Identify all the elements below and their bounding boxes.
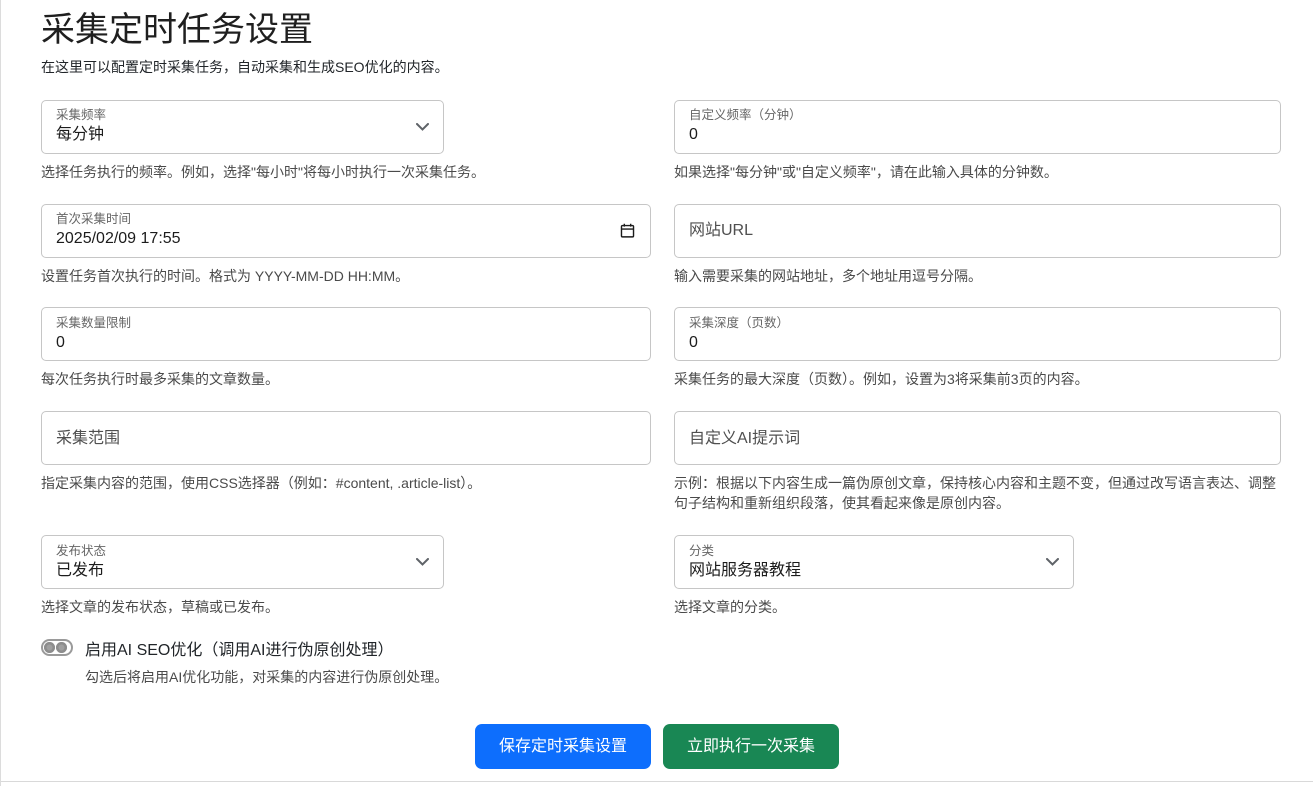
toggle-knob xyxy=(44,642,55,653)
collect-limit-field: 采集数量限制 xyxy=(41,307,651,361)
ai-prompt-field xyxy=(674,411,1281,465)
category-helper: 选择文章的分类。 xyxy=(674,598,1281,618)
first-run-time-input[interactable] xyxy=(56,228,611,250)
page-title: 采集定时任务设置 xyxy=(41,10,1313,50)
calendar-icon[interactable] xyxy=(619,222,636,239)
ai-prompt-field-group: 示例：根据以下内容生成一篇伪原创文章，保持核心内容和主题不变，但通过改写语言表达… xyxy=(674,411,1281,514)
collect-scope-field xyxy=(41,411,651,465)
first-run-time-field-group: 首次采集时间 设置任务首次执行的时间。格式为 YYYY-MM-DD HH:MM。 xyxy=(41,204,651,287)
collect-scope-field-group: 指定采集内容的范围，使用CSS选择器（例如：#content, .article… xyxy=(41,411,651,494)
collect-limit-input[interactable] xyxy=(56,332,636,354)
site-url-input[interactable] xyxy=(689,220,1266,242)
ai-seo-toggle-helper: 勾选后将启用AI优化功能，对采集的内容进行伪原创处理。 xyxy=(85,668,1313,688)
first-run-time-label: 首次采集时间 xyxy=(56,211,611,228)
collect-depth-field: 采集深度（页数） xyxy=(674,307,1281,361)
frequency-helper: 选择任务执行的频率。例如，选择"每小时"将每小时执行一次采集任务。 xyxy=(41,163,651,183)
first-run-time-field: 首次采集时间 xyxy=(41,204,651,258)
site-url-field xyxy=(674,204,1281,258)
collect-depth-label: 采集深度（页数） xyxy=(689,315,1266,332)
category-value: 网站服务器教程 xyxy=(689,560,1038,582)
collect-scope-helper: 指定采集内容的范围，使用CSS选择器（例如：#content, .article… xyxy=(41,474,651,494)
site-url-helper: 输入需要采集的网站地址，多个地址用逗号分隔。 xyxy=(674,267,1281,287)
frequency-value: 每分钟 xyxy=(56,124,408,146)
frequency-field-group: 采集频率 每分钟 选择任务执行的频率。例如，选择"每小时"将每小时执行一次采集任… xyxy=(41,100,651,183)
settings-form: 采集频率 每分钟 选择任务执行的频率。例如，选择"每小时"将每小时执行一次采集任… xyxy=(41,100,1313,618)
custom-frequency-field: 自定义频率（分钟） xyxy=(674,100,1281,154)
publish-status-helper: 选择文章的发布状态，草稿或已发布。 xyxy=(41,598,651,618)
collect-depth-input[interactable] xyxy=(689,332,1266,354)
chevron-down-icon xyxy=(416,123,429,131)
custom-frequency-input[interactable] xyxy=(689,124,1266,146)
ai-prompt-input[interactable] xyxy=(689,428,1266,450)
collect-limit-label: 采集数量限制 xyxy=(56,315,636,332)
chevron-down-icon xyxy=(416,558,429,566)
ai-seo-toggle-label: 启用AI SEO优化（调用AI进行伪原创处理） xyxy=(85,636,393,660)
publish-status-value: 已发布 xyxy=(56,560,408,582)
ai-seo-toggle-row: 启用AI SEO优化（调用AI进行伪原创处理） xyxy=(41,636,1313,660)
run-once-button[interactable]: 立即执行一次采集 xyxy=(663,724,839,769)
custom-frequency-label: 自定义频率（分钟） xyxy=(689,107,1266,124)
publish-status-select[interactable]: 发布状态 已发布 xyxy=(41,535,444,589)
collection-task-settings-page: 采集定时任务设置 在这里可以配置定时采集任务，自动采集和生成SEO优化的内容。 … xyxy=(1,0,1313,769)
category-field-group: 分类 网站服务器教程 选择文章的分类。 xyxy=(674,535,1281,618)
publish-status-label: 发布状态 xyxy=(56,543,408,560)
collect-scope-input[interactable] xyxy=(56,428,636,450)
collect-depth-field-group: 采集深度（页数） 采集任务的最大深度（页数）。例如，设置为3将采集前3页的内容。 xyxy=(674,307,1281,390)
publish-status-field-group: 发布状态 已发布 选择文章的发布状态，草稿或已发布。 xyxy=(41,535,651,618)
ai-prompt-helper: 示例：根据以下内容生成一篇伪原创文章，保持核心内容和主题不变，但通过改写语言表达… xyxy=(674,474,1281,514)
custom-frequency-helper: 如果选择"每分钟"或"自定义频率"，请在此输入具体的分钟数。 xyxy=(674,163,1281,183)
first-run-time-helper: 设置任务首次执行的时间。格式为 YYYY-MM-DD HH:MM。 xyxy=(41,267,651,287)
collect-limit-helper: 每次任务执行时最多采集的文章数量。 xyxy=(41,370,651,390)
site-url-field-group: 输入需要采集的网站地址，多个地址用逗号分隔。 xyxy=(674,204,1281,287)
collect-depth-helper: 采集任务的最大深度（页数）。例如，设置为3将采集前3页的内容。 xyxy=(674,370,1281,390)
collect-limit-field-group: 采集数量限制 每次任务执行时最多采集的文章数量。 xyxy=(41,307,651,390)
chevron-down-icon xyxy=(1046,558,1059,566)
page-subtitle: 在这里可以配置定时采集任务，自动采集和生成SEO优化的内容。 xyxy=(41,58,1313,78)
ai-seo-toggle[interactable] xyxy=(41,639,73,656)
bottom-divider xyxy=(1,781,1313,782)
category-label: 分类 xyxy=(689,543,1038,560)
action-buttons: 保存定时采集设置 立即执行一次采集 xyxy=(41,724,1313,769)
category-select[interactable]: 分类 网站服务器教程 xyxy=(674,535,1074,589)
custom-frequency-field-group: 自定义频率（分钟） 如果选择"每分钟"或"自定义频率"，请在此输入具体的分钟数。 xyxy=(674,100,1281,183)
frequency-label: 采集频率 xyxy=(56,107,408,124)
toggle-knob xyxy=(56,642,67,653)
collection-frequency-select[interactable]: 采集频率 每分钟 xyxy=(41,100,444,154)
save-settings-button[interactable]: 保存定时采集设置 xyxy=(475,724,651,769)
